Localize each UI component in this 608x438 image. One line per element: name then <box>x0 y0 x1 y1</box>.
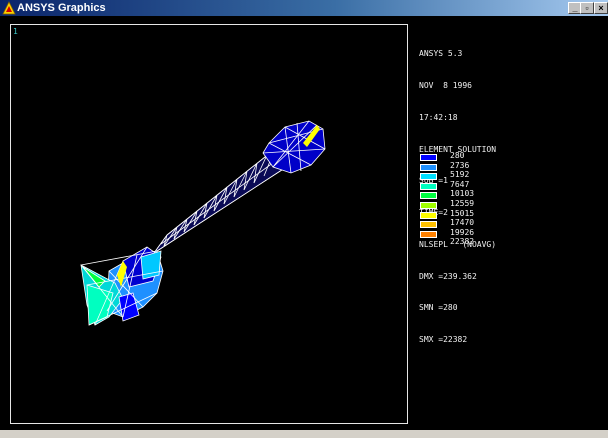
info-dmx: DMX =239.362 <box>419 271 477 281</box>
legend-swatch <box>420 201 437 209</box>
legend-value: 17470 <box>450 218 475 228</box>
legend-value: 19926 <box>450 227 475 237</box>
maximize-button[interactable]: ▫ <box>580 2 594 14</box>
bottom-bar <box>0 430 608 438</box>
info-smx: SMX =22382 <box>419 335 468 345</box>
legend-swatch <box>420 230 437 238</box>
legend-swatch <box>420 154 437 161</box>
info-date: NOV 8 1996 <box>419 80 472 90</box>
close-button[interactable]: × <box>594 2 608 14</box>
legend-swatch <box>420 182 437 190</box>
info-version: ANSYS 5.3 <box>419 49 463 59</box>
window-title: ANSYS Graphics <box>17 2 106 14</box>
legend-value: 2736 <box>450 160 470 170</box>
legend-swatch <box>420 173 437 181</box>
info-time: 17:42:18 <box>419 112 458 122</box>
legend-swatch <box>420 221 437 229</box>
near-end-mesh <box>80 246 164 326</box>
title-bar[interactable]: ANSYS Graphics _ ▫ × <box>0 0 608 16</box>
graphics-area: 1 ANSYS 5.3 NOV 8 1996 17:42:18 ELEMENT … <box>0 16 608 430</box>
legend-swatch <box>420 163 437 171</box>
legend-value: 22382 <box>450 237 475 247</box>
legend-value: 280 <box>450 151 465 160</box>
plot-viewport[interactable]: 1 <box>10 24 408 424</box>
legend-swatch <box>420 192 437 200</box>
legend-value: 7647 <box>450 179 470 189</box>
legend-value: 5192 <box>450 170 470 180</box>
fe-model-plot <box>80 120 326 326</box>
legend-value: 12559 <box>450 198 475 208</box>
ansys-logo-icon <box>2 1 16 15</box>
legend-value: 15015 <box>450 208 475 218</box>
legend-value: 10103 <box>450 189 475 199</box>
shaft-mesh <box>153 120 326 254</box>
legend-swatch <box>420 211 437 219</box>
info-smn: SMN =280 <box>419 303 458 313</box>
